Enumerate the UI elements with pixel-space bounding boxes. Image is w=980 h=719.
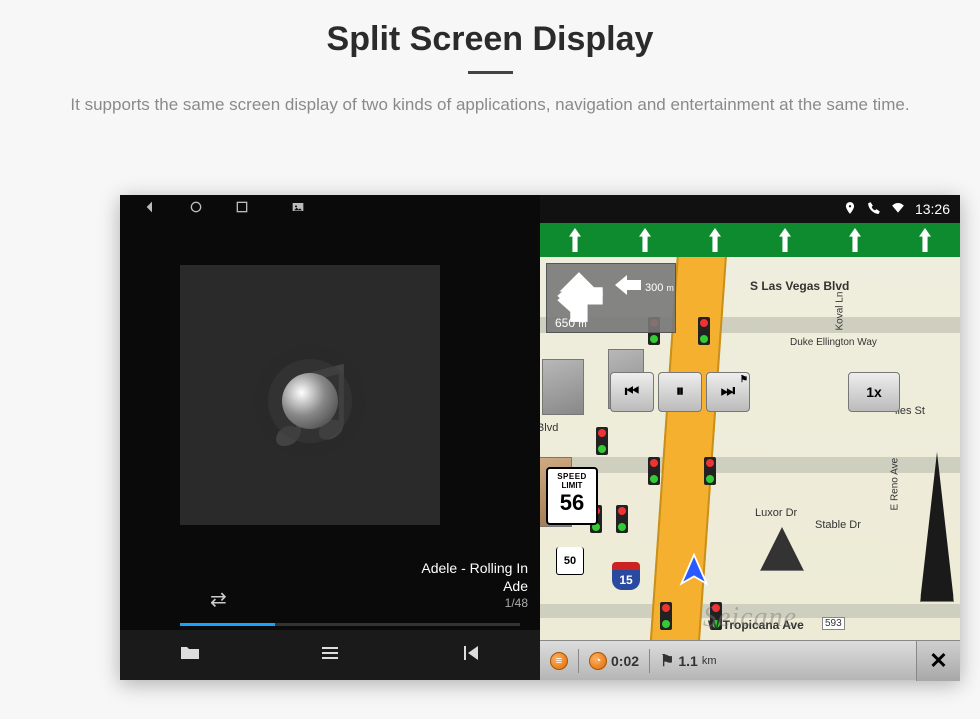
lane-arrow-icon <box>916 228 934 252</box>
lane-arrow-icon <box>636 228 654 252</box>
traffic-light-icon <box>616 505 628 533</box>
traffic-light-icon <box>660 602 672 630</box>
route-shield-icon: 50 <box>556 547 584 575</box>
turn-left-small-icon <box>613 270 643 300</box>
street-label: Luxor Dr <box>755 507 797 519</box>
status-bar: 13:26 <box>540 195 960 223</box>
track-title: Adele - Rolling In <box>421 560 528 576</box>
sim-prev-button[interactable]: ⏮⚑ <box>610 372 654 412</box>
location-icon <box>843 201 857 218</box>
street-label: egas Blvd <box>540 422 558 434</box>
track-meta: Adele - Rolling In Ade 1/48 <box>421 560 528 610</box>
traffic-light-icon <box>596 427 608 455</box>
building-pyramid <box>760 527 804 571</box>
picture-icon[interactable] <box>290 199 306 220</box>
speed-label: LIMIT <box>548 481 596 490</box>
speed-value: 56 <box>548 490 596 516</box>
folder-icon[interactable] <box>178 641 202 670</box>
music-pane: ♫ Adele - Rolling In Ade 1/48 ⇄ 2:02 <box>120 195 540 680</box>
total-turn-distance: 650 m <box>555 316 587 330</box>
elapsed-time: ◔ 0:02 <box>579 652 649 670</box>
recent-icon[interactable] <box>234 199 250 220</box>
building-3d <box>542 359 584 415</box>
vehicle-cursor-icon <box>676 553 712 589</box>
page-subtitle: It supports the same screen display of t… <box>40 92 940 118</box>
lane-arrow-icon <box>706 228 724 252</box>
music-bottom-bar <box>120 630 540 680</box>
phone-icon <box>867 201 881 218</box>
lane-arrow-icon <box>566 228 584 252</box>
traffic-light-icon <box>704 457 716 485</box>
close-button[interactable]: ✕ <box>916 641 960 681</box>
street-label: Duke Ellington Way <box>790 337 877 348</box>
android-nav-bar <box>120 195 540 223</box>
flag-icon: ⚑ <box>660 651 674 671</box>
title-underline <box>468 71 513 74</box>
nav-footer: ≡ ◔ 0:02 ⚑ 1.1 km ✕ <box>540 640 960 680</box>
street-label: W Tropicana Ave <box>708 618 804 632</box>
remaining-distance: ⚑ 1.1 km <box>650 651 726 671</box>
speed-label: SPEED <box>548 472 596 481</box>
lane-arrow-icon <box>776 228 794 252</box>
navigation-pane: 13:26 <box>540 195 960 680</box>
list-icon[interactable] <box>318 641 342 670</box>
home-icon[interactable] <box>188 199 204 220</box>
shuffle-icon[interactable]: ⇄ <box>210 587 227 612</box>
clock-icon: ◔ <box>589 652 607 670</box>
sim-next-button[interactable]: ⏭⚑ <box>706 372 750 412</box>
interstate-shield-icon: 15 <box>612 562 640 590</box>
street-label: Koval Ln <box>835 292 846 331</box>
footer-menu-button[interactable]: ≡ <box>540 652 578 670</box>
road <box>540 604 960 618</box>
map-canvas[interactable]: S Las Vegas Blvd Koval Ln Duke Ellington… <box>540 257 960 640</box>
track-index: 1/48 <box>421 596 528 610</box>
menu-icon: ≡ <box>550 652 568 670</box>
turn-instruction: 300 m 650 m <box>546 263 676 333</box>
next-turn-distance: 300 m <box>645 282 674 294</box>
speed-limit-sign: SPEED LIMIT 56 <box>546 467 598 525</box>
progress-bar[interactable] <box>180 623 520 626</box>
previous-icon[interactable] <box>458 641 482 670</box>
sim-pause-button[interactable]: ⏸ <box>658 372 702 412</box>
sim-controls: ⏮⚑ ⏸ ⏭⚑ <box>610 372 750 412</box>
street-label: E Reno Ave <box>890 458 901 511</box>
lane-guidance <box>540 223 960 257</box>
lane-arrow-icon <box>846 228 864 252</box>
building-pyramid <box>920 452 954 602</box>
back-icon[interactable] <box>142 199 158 220</box>
traffic-light-icon <box>648 457 660 485</box>
address-number: 593 <box>822 617 845 630</box>
wifi-icon <box>891 201 905 218</box>
page-title: Split Screen Display <box>40 20 940 59</box>
street-label: Stable Dr <box>815 519 861 531</box>
clock: 13:26 <box>915 201 950 217</box>
traffic-light-icon <box>698 317 710 345</box>
virtual-joystick[interactable] <box>282 373 338 429</box>
split-screen-device: ♫ Adele - Rolling In Ade 1/48 ⇄ 2:02 13:… <box>120 195 960 680</box>
track-artist: Ade <box>421 578 528 594</box>
flag-icon: ⚑ <box>740 374 748 385</box>
sim-speed-button[interactable]: 1x <box>848 372 900 412</box>
